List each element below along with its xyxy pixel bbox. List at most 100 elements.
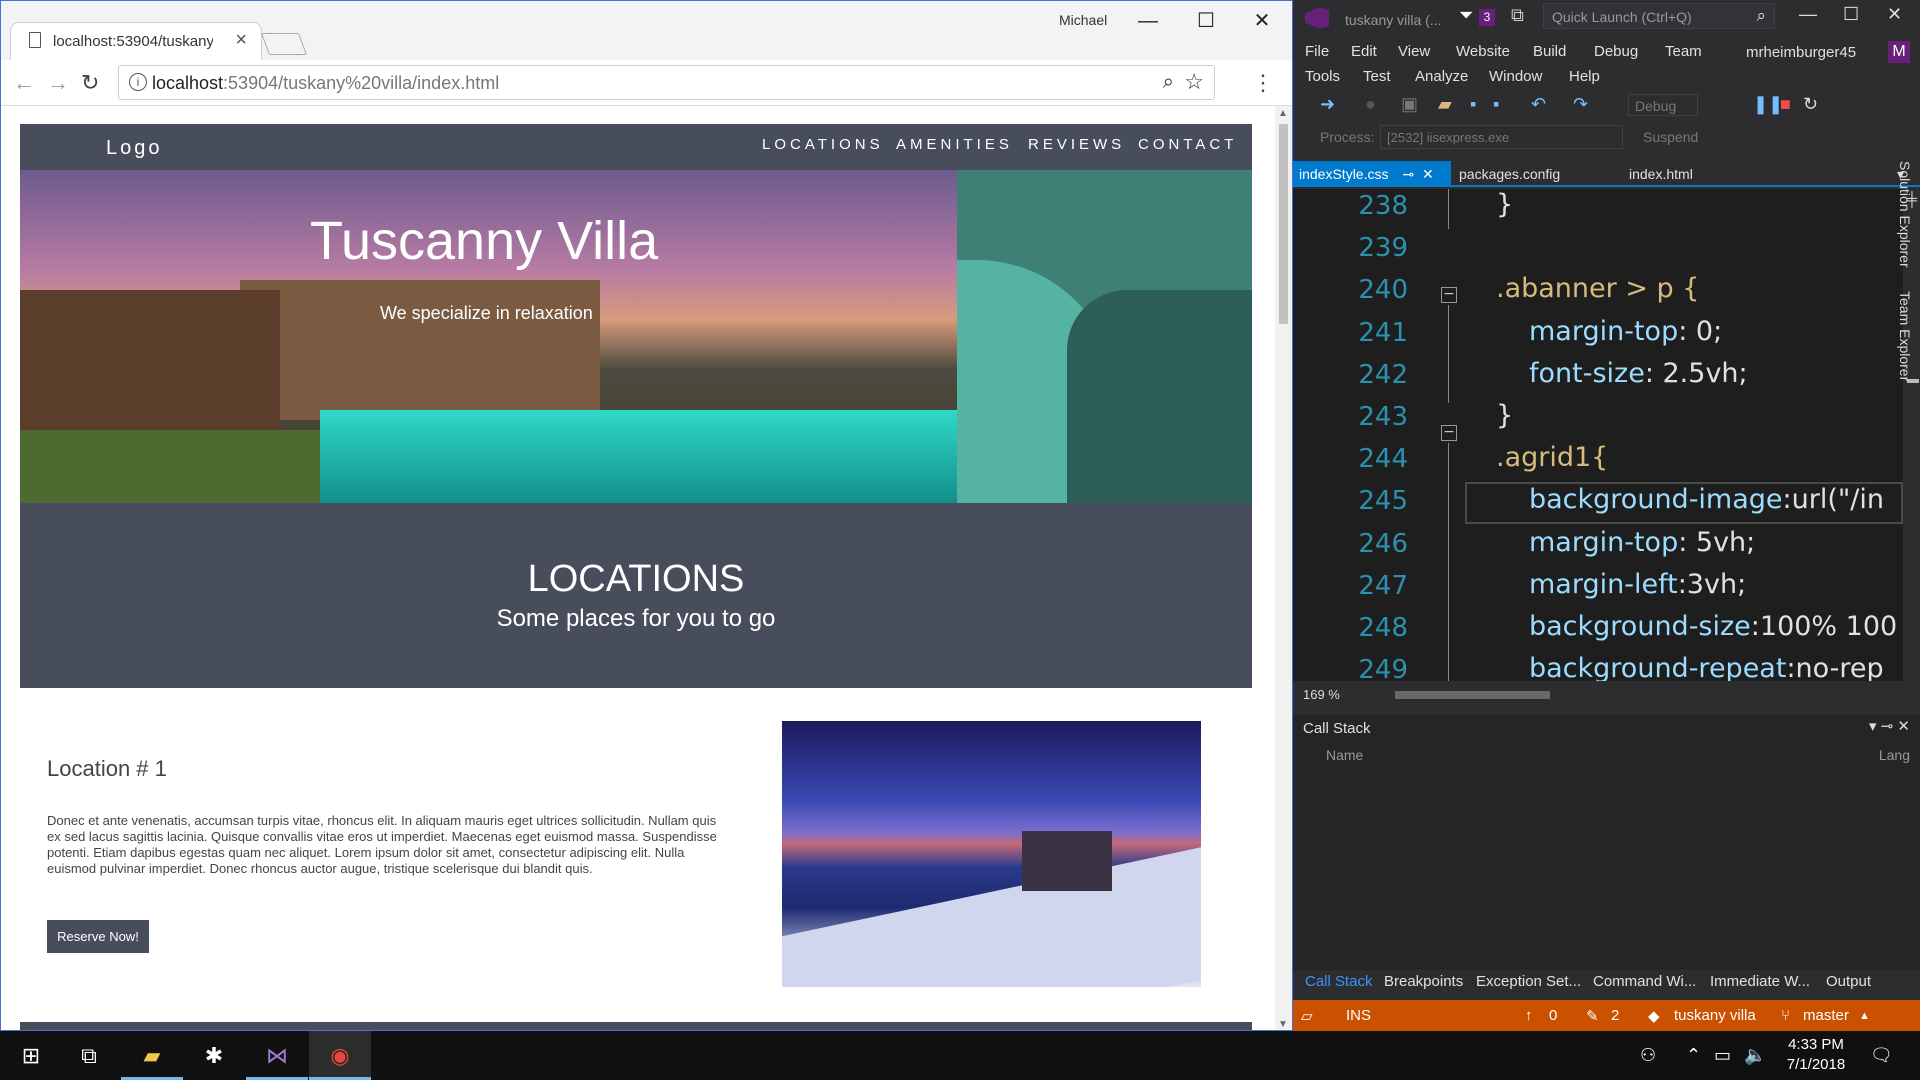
branch-name[interactable]: master — [1803, 1007, 1849, 1024]
tab-immediate-window[interactable]: Immediate W... — [1710, 973, 1810, 990]
scroll-up-icon[interactable]: ▲ — [1278, 108, 1288, 119]
unpushed-count[interactable]: 0 — [1549, 1007, 1557, 1024]
restart-icon[interactable]: ↻ — [1803, 94, 1818, 115]
config-dropdown[interactable]: Debug — [1628, 94, 1698, 116]
tab-output[interactable]: Output — [1826, 973, 1871, 990]
forward-icon[interactable]: → — [47, 70, 69, 96]
tab-command-window[interactable]: Command Wi... — [1593, 973, 1696, 990]
menu-tools[interactable]: Tools — [1305, 68, 1340, 85]
reload-icon[interactable]: ↻ — [81, 70, 99, 96]
pin-icon[interactable]: ⊸ — [1402, 166, 1414, 182]
code-line[interactable]: background-size:100% 100 — [1529, 611, 1897, 642]
new-project-icon[interactable]: ▣ — [1401, 94, 1418, 115]
column-name[interactable]: Name — [1326, 747, 1363, 763]
quick-launch-input[interactable]: Quick Launch (Ctrl+Q) ⌕ — [1543, 3, 1775, 29]
panel-controls-icon[interactable]: ▾ ⊸ ✕ — [1869, 717, 1910, 735]
vs-maximize-icon[interactable]: ☐ — [1843, 4, 1859, 25]
team-explorer-tab[interactable]: Team Explorer — [1897, 291, 1913, 381]
menu-debug[interactable]: Debug — [1594, 43, 1638, 60]
people-icon[interactable]: ⚇ — [1640, 1045, 1656, 1066]
battery-icon[interactable]: ▭ — [1714, 1045, 1731, 1066]
menu-view[interactable]: View — [1398, 43, 1430, 60]
close-tab-icon[interactable]: × — [235, 29, 247, 52]
collapse-icon[interactable]: − — [1441, 425, 1457, 441]
code-line[interactable]: } — [1496, 189, 1513, 220]
open-icon[interactable]: ▰ — [1438, 94, 1452, 115]
stop-icon[interactable]: ■ — [1780, 94, 1791, 115]
volume-icon[interactable]: 🔈 — [1744, 1045, 1766, 1066]
tray-chevron-icon[interactable]: ⌃ — [1686, 1045, 1701, 1066]
notification-count[interactable]: 3 — [1479, 9, 1495, 26]
redo-icon[interactable]: ↷ — [1573, 94, 1588, 115]
undo-icon[interactable]: ↶ — [1531, 94, 1546, 115]
tab-breakpoints[interactable]: Breakpoints — [1384, 973, 1463, 990]
zoom-level[interactable]: 169 % — [1303, 687, 1340, 702]
code-line[interactable]: .agrid1{ — [1496, 442, 1608, 473]
nav-contact[interactable]: CONTACT — [1138, 136, 1237, 153]
save-all-icon[interactable]: ▪ — [1493, 94, 1499, 115]
horizontal-scroll-thumb[interactable] — [1395, 691, 1550, 699]
save-icon[interactable]: ▪ — [1470, 94, 1476, 115]
close-window-icon[interactable]: ✕ — [1239, 5, 1285, 37]
collapse-icon[interactable]: − — [1441, 287, 1457, 303]
slack-icon[interactable]: ✱ — [183, 1031, 245, 1080]
column-lang[interactable]: Lang — [1879, 747, 1910, 763]
bookmark-star-icon[interactable]: ☆ — [1184, 69, 1204, 95]
close-icon[interactable]: ✕ — [1422, 166, 1434, 182]
scroll-down-icon[interactable]: ▼ — [1278, 1019, 1288, 1030]
branch-caret-icon[interactable]: ▲ — [1859, 1010, 1870, 1022]
avatar[interactable]: M — [1888, 41, 1910, 63]
tab-packages-config[interactable]: packages.config — [1453, 161, 1566, 185]
minimize-icon[interactable]: — — [1125, 5, 1171, 37]
start-icon[interactable]: ⊞ — [0, 1031, 62, 1080]
nav-reviews[interactable]: REVIEWS — [1028, 136, 1125, 153]
notification-icon[interactable]: 🗨 — [1870, 1045, 1893, 1066]
process-dropdown[interactable]: [2532] iisexpress.exe — [1380, 125, 1623, 149]
notification-flag-icon[interactable]: ⏷ — [1459, 5, 1473, 26]
reserve-button[interactable]: Reserve Now! — [47, 920, 149, 953]
search-icon[interactable]: ⌕ — [1756, 6, 1766, 26]
nav-forward-icon[interactable]: ● — [1365, 94, 1376, 115]
menu-website[interactable]: Website — [1456, 43, 1510, 60]
chrome-menu-icon[interactable]: ⋮ — [1252, 70, 1274, 96]
scroll-thumb[interactable] — [1279, 124, 1288, 324]
tab-index-html[interactable]: index.html — [1623, 161, 1699, 185]
code-line[interactable]: background-image:url("/in — [1529, 484, 1884, 515]
visual-studio-icon[interactable]: ⋈ — [246, 1031, 308, 1080]
menu-test[interactable]: Test — [1363, 68, 1391, 85]
nav-back-icon[interactable]: ➜ — [1320, 94, 1335, 115]
edit-count[interactable]: 2 — [1611, 1007, 1619, 1024]
account-name[interactable]: mrheimburger45 — [1746, 44, 1856, 61]
zoom-icon[interactable]: ⌕ — [1163, 71, 1174, 94]
site-logo[interactable]: Logo — [106, 137, 163, 160]
repo-name[interactable]: tuskany villa — [1674, 1007, 1756, 1024]
code-line[interactable]: margin-top: 0; — [1529, 316, 1722, 347]
back-icon[interactable]: ← — [13, 70, 35, 96]
suspend-button[interactable]: Suspend — [1643, 129, 1698, 145]
menu-window[interactable]: Window — [1489, 68, 1542, 85]
menu-edit[interactable]: Edit — [1351, 43, 1377, 60]
page-scrollbar[interactable]: ▲ ▼ — [1275, 106, 1292, 1030]
menu-build[interactable]: Build — [1533, 43, 1566, 60]
file-explorer-icon[interactable]: ▰ — [121, 1031, 183, 1080]
tab-indexstyle-css[interactable]: indexStyle.css ⊸ ✕ — [1293, 161, 1451, 185]
pause-icon[interactable]: ❚❚ — [1753, 94, 1783, 115]
vs-minimize-icon[interactable]: — — [1799, 4, 1817, 25]
nav-amenities[interactable]: AMENITIES — [896, 136, 1013, 153]
code-line[interactable]: .abanner > p { — [1496, 273, 1699, 304]
code-line[interactable]: margin-top: 5vh; — [1529, 527, 1755, 558]
code-editor[interactable]: − − 238} 239 240 .abanner > p {241 margin-to… — [1293, 189, 1903, 681]
nav-locations[interactable]: LOCATIONS — [762, 136, 884, 153]
vs-close-icon[interactable]: ✕ — [1887, 4, 1902, 25]
chrome-icon[interactable]: ◉ — [309, 1031, 371, 1080]
address-bar[interactable]: i localhost:53904/tuskany%20villa/index.… — [118, 65, 1215, 100]
code-line[interactable]: margin-left:3vh; — [1529, 569, 1746, 600]
tab-call-stack[interactable]: Call Stack — [1305, 973, 1373, 990]
browser-tab[interactable]: localhost:53904/tuskany × — [11, 23, 261, 60]
code-line[interactable]: font-size: 2.5vh; — [1529, 358, 1748, 389]
tab-exception-settings[interactable]: Exception Set... — [1476, 973, 1581, 990]
info-icon[interactable]: i — [129, 73, 147, 91]
code-line[interactable]: } — [1496, 400, 1513, 431]
maximize-icon[interactable]: ☐ — [1183, 5, 1229, 37]
feedback-icon[interactable]: ⧉ — [1511, 5, 1524, 26]
